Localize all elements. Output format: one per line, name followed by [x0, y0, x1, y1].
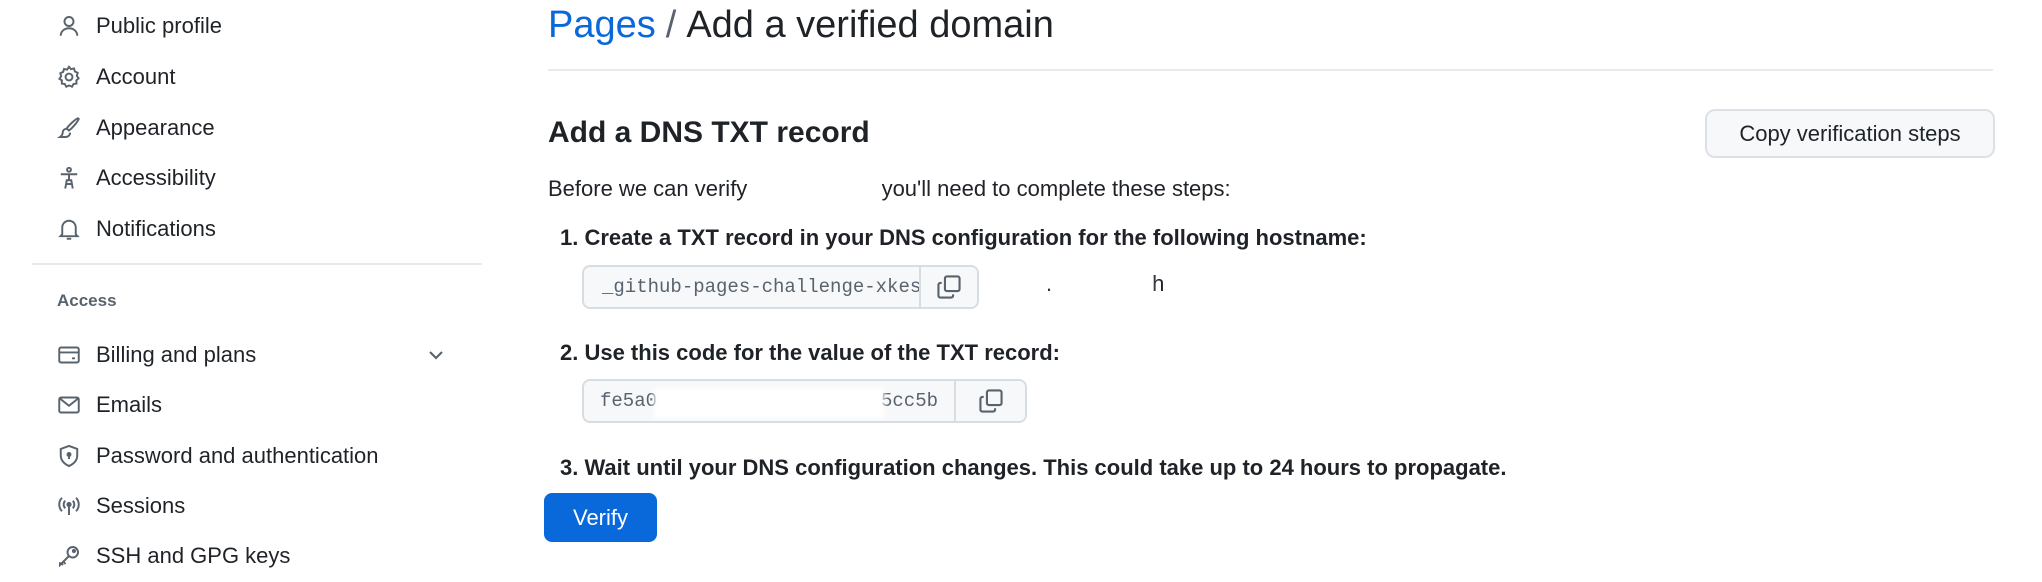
sidebar-item-label: Billing and plans	[96, 342, 257, 367]
copy-icon	[978, 388, 1004, 414]
txt-value-start: fe5a0	[600, 390, 658, 412]
sidebar-item-accessibility[interactable]: Accessibility	[56, 158, 466, 198]
sidebar-divider	[32, 263, 482, 265]
accessibility-icon	[56, 165, 82, 191]
intro-text: Before we can verify you'll need to comp…	[548, 176, 1231, 202]
sidebar-item-label: SSH and GPG keys	[96, 543, 291, 568]
hostname-suffix-end: h	[1152, 271, 1165, 296]
copy-icon	[936, 274, 962, 300]
hostname-value[interactable]: _github-pages-challenge-xkeshav	[584, 267, 955, 307]
gear-icon	[56, 64, 82, 90]
redacted-domain	[753, 180, 876, 201]
breadcrumb-pages-link[interactable]: Pages	[548, 4, 656, 46]
page-title-text: Add a verified domain	[686, 4, 1054, 46]
bell-icon	[56, 216, 82, 242]
header-divider	[548, 69, 1993, 71]
sidebar-item-emails[interactable]: Emails	[56, 385, 466, 425]
sidebar-item-label: Appearance	[96, 115, 215, 140]
broadcast-icon	[56, 493, 82, 519]
step-2-text: 2. Use this code for the value of the TX…	[560, 340, 1060, 365]
redacted-domain-suffix	[1052, 276, 1153, 295]
sidebar-item-notifications[interactable]: Notifications	[56, 209, 466, 249]
intro-text-after: you'll need to complete these steps:	[881, 176, 1231, 201]
credit-card-icon	[56, 342, 82, 368]
txt-value[interactable]: fe5a0 5cc5b	[584, 381, 954, 421]
copy-hostname-button[interactable]	[919, 267, 977, 307]
person-icon	[56, 13, 82, 39]
step-3-text: 3. Wait until your DNS configuration cha…	[560, 455, 1507, 480]
sidebar-item-billing[interactable]: Billing and plans	[56, 335, 466, 375]
intro-text-before: Before we can verify	[548, 176, 748, 201]
sidebar-item-label: Password and authentication	[96, 443, 379, 468]
copy-txt-value-button[interactable]	[954, 381, 1025, 421]
txt-value-end: 5cc5b	[881, 390, 939, 412]
sidebar-item-password[interactable]: Password and authentication	[56, 436, 466, 476]
sidebar-item-sessions[interactable]: Sessions	[56, 486, 466, 526]
hostname-field: _github-pages-challenge-xkeshav	[582, 265, 979, 309]
chevron-down-icon[interactable]	[424, 343, 448, 367]
sidebar-section-heading: Access	[57, 291, 117, 310]
step-1-text: 1. Create a TXT record in your DNS confi…	[560, 225, 1367, 250]
breadcrumb-separator: /	[665, 4, 677, 46]
sidebar-item-account[interactable]: Account	[56, 57, 466, 97]
redacted-txt-value	[654, 388, 884, 418]
section-title: Add a DNS TXT record	[548, 116, 870, 149]
sidebar-item-appearance[interactable]: Appearance	[56, 108, 466, 148]
txt-value-field: fe5a0 5cc5b	[582, 379, 1027, 423]
page-title: Pages / Add a verified domain	[548, 4, 1054, 47]
sidebar-item-label: Emails	[96, 392, 163, 417]
mail-icon	[56, 392, 82, 418]
sidebar-item-label: Sessions	[96, 493, 186, 518]
sidebar-item-label: Notifications	[96, 216, 216, 241]
sidebar-item-label: Public profile	[96, 13, 222, 38]
verify-button[interactable]: Verify	[544, 493, 657, 542]
sidebar-item-public-profile[interactable]: Public profile	[56, 6, 466, 46]
sidebar-item-ssh-gpg-keys[interactable]: SSH and GPG keys	[56, 536, 466, 576]
paintbrush-icon	[56, 115, 82, 141]
shield-lock-icon	[56, 443, 82, 469]
key-icon	[56, 543, 82, 569]
hostname-suffix: .h	[1046, 271, 1164, 297]
sidebar-item-label: Account	[96, 64, 176, 89]
copy-verification-steps-button[interactable]: Copy verification steps	[1705, 109, 1995, 158]
sidebar-item-label: Accessibility	[96, 165, 216, 190]
